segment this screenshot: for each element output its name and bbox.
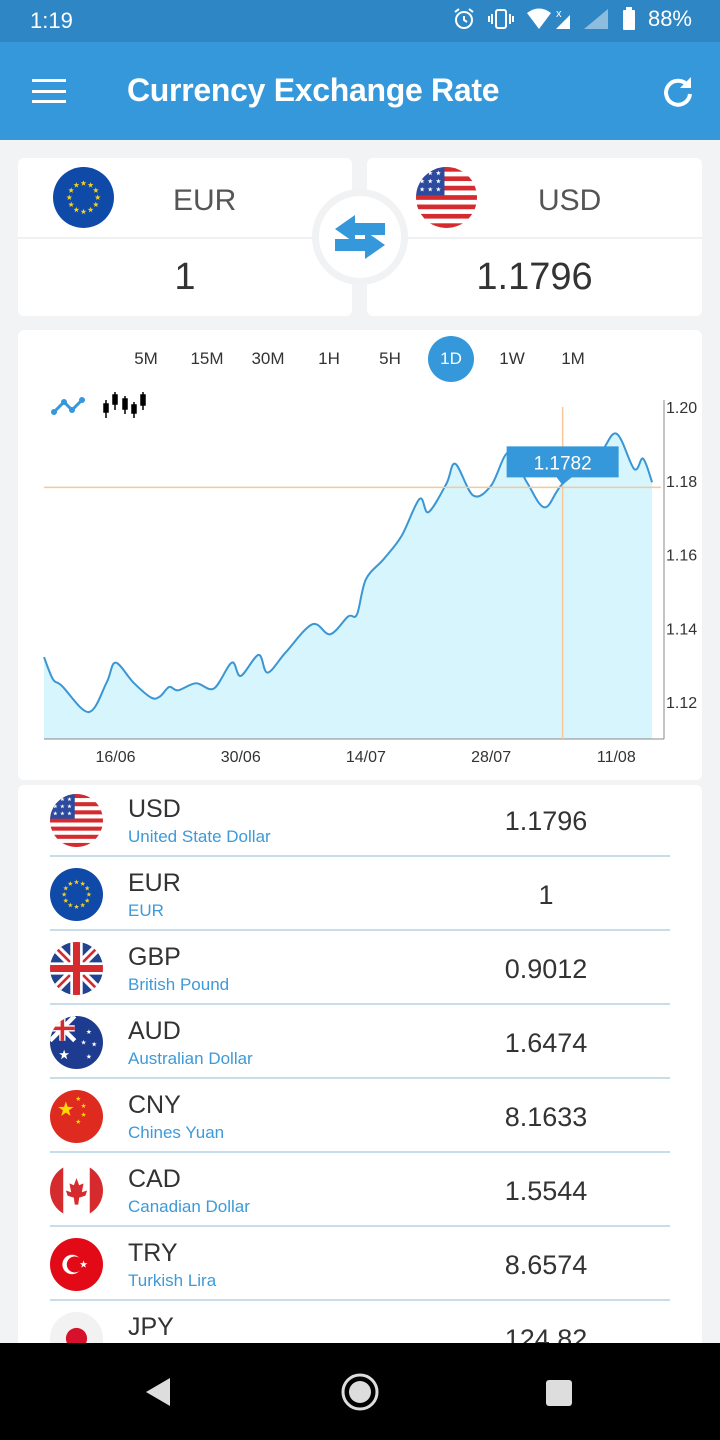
currency-row-jpy[interactable]: JPY 124.82 (18, 1303, 702, 1343)
currency-code: GBP (128, 943, 181, 971)
us-flag-icon (416, 167, 477, 228)
navigation-bar (0, 1343, 720, 1440)
au-flag-icon (50, 1016, 103, 1069)
eu-flag-icon (53, 167, 114, 228)
divider (50, 1225, 670, 1227)
currency-rate: 8.1633 (504, 1102, 588, 1132)
to-currency-card[interactable]: USD 1.1796 (367, 158, 702, 316)
x-tick-label: 11/08 (597, 749, 636, 766)
currency-name: United State Dollar (128, 827, 271, 846)
currency-row-usd[interactable]: USD United State Dollar 1.1796 (18, 785, 702, 859)
currency-row-eur[interactable]: EUR EUR 1 (18, 859, 702, 933)
home-icon[interactable] (340, 1372, 380, 1412)
x-tick-label: 16/06 (96, 749, 136, 766)
ca-flag-icon (50, 1164, 103, 1217)
app-bar: Currency Exchange Rate (0, 42, 720, 140)
currency-row-gbp[interactable]: GBP British Pound 0.9012 (18, 933, 702, 1007)
currency-rate: 1.5544 (504, 1176, 588, 1206)
gb-flag-icon (50, 942, 103, 995)
chart-card: 5M 15M 30M 1H 5H 1D 1W 1M 1.20 1.18 1.16 1.14 1.12 1… (18, 330, 702, 780)
currency-rate: 8.6574 (504, 1250, 588, 1280)
status-time: 1:19 (30, 8, 73, 33)
signal-icon (583, 9, 608, 29)
crosshair-value: 1.1782 (534, 453, 592, 474)
currency-row-aud[interactable]: AUD Australian Dollar 1.6474 (18, 1007, 702, 1081)
currency-code: TRY (128, 1239, 178, 1267)
hamburger-icon[interactable] (32, 79, 66, 103)
currency-rate: 1.6474 (504, 1028, 588, 1058)
rate-chart[interactable]: 1.20 1.18 1.16 1.14 1.12 16/06 30/06 14/07 28/07… (18, 330, 702, 780)
currency-row-try[interactable]: TRY Turkish Lira 8.6574 (18, 1229, 702, 1303)
currency-rate: 124.82 (504, 1324, 588, 1343)
x-tick-label: 14/07 (346, 749, 386, 766)
currency-code: AUD (128, 1017, 181, 1045)
x-tick-label: 28/07 (471, 749, 511, 766)
status-bar: 1:19 x 88% (0, 0, 720, 42)
divider (50, 929, 670, 931)
currency-name: British Pound (128, 975, 230, 994)
to-amount-value: 1.1796 (476, 256, 593, 298)
currency-rate: 1 (538, 880, 554, 910)
recents-icon[interactable] (545, 1379, 573, 1407)
from-currency-code: EUR (173, 184, 237, 217)
wifi-icon: x (526, 8, 570, 29)
rates-list: USD United State Dollar 1.1796 EUR EUR 1… (18, 785, 702, 1343)
swap-arrows-icon (335, 215, 385, 259)
page-title: Currency Exchange Rate (127, 72, 500, 108)
currency-name: Chines Yuan (128, 1123, 225, 1142)
back-icon[interactable] (144, 1376, 174, 1408)
eu-flag-icon (50, 868, 103, 921)
refresh-icon[interactable] (660, 74, 696, 110)
currency-code: EUR (128, 869, 181, 897)
x-tick-label: 30/06 (221, 749, 261, 766)
y-tick-label: 1.18 (666, 474, 697, 491)
tr-flag-icon (50, 1238, 103, 1291)
currency-code: USD (128, 795, 181, 823)
y-tick-label: 1.14 (666, 621, 697, 638)
currency-name: Turkish Lira (128, 1271, 217, 1290)
currency-code: CNY (128, 1091, 181, 1119)
vibrate-icon (487, 9, 514, 29)
jp-flag-icon (50, 1312, 103, 1343)
currency-code: CAD (128, 1165, 181, 1193)
svg-text:x: x (556, 8, 562, 20)
y-tick-label: 1.12 (666, 695, 697, 712)
currency-name: EUR (128, 901, 164, 920)
battery-icon (622, 7, 635, 30)
currency-name: Australian Dollar (128, 1049, 253, 1068)
from-amount-input[interactable]: 1 (18, 256, 352, 299)
currency-row-cny[interactable]: CNY Chines Yuan 8.1633 (18, 1081, 702, 1155)
divider (18, 237, 352, 239)
currency-rate: 1.1796 (504, 806, 588, 836)
currency-code: JPY (128, 1313, 174, 1341)
currency-row-cad[interactable]: CAD Canadian Dollar 1.5544 (18, 1155, 702, 1229)
currency-name: Canadian Dollar (128, 1197, 250, 1216)
to-currency-code: USD (538, 184, 602, 217)
swap-button[interactable] (312, 189, 408, 285)
divider (50, 855, 670, 857)
from-currency-card[interactable]: EUR 1 (18, 158, 352, 316)
y-tick-label: 1.20 (666, 400, 697, 417)
divider (50, 1003, 670, 1005)
alarm-icon (454, 8, 474, 29)
cn-flag-icon (50, 1090, 103, 1143)
battery-percent: 88% (647, 6, 692, 31)
y-tick-label: 1.16 (666, 548, 697, 565)
us-flag-icon (50, 794, 103, 847)
currency-rate: 0.9012 (504, 954, 588, 984)
divider (50, 1151, 670, 1153)
divider (367, 237, 702, 239)
divider (50, 1299, 670, 1301)
divider (50, 1077, 670, 1079)
